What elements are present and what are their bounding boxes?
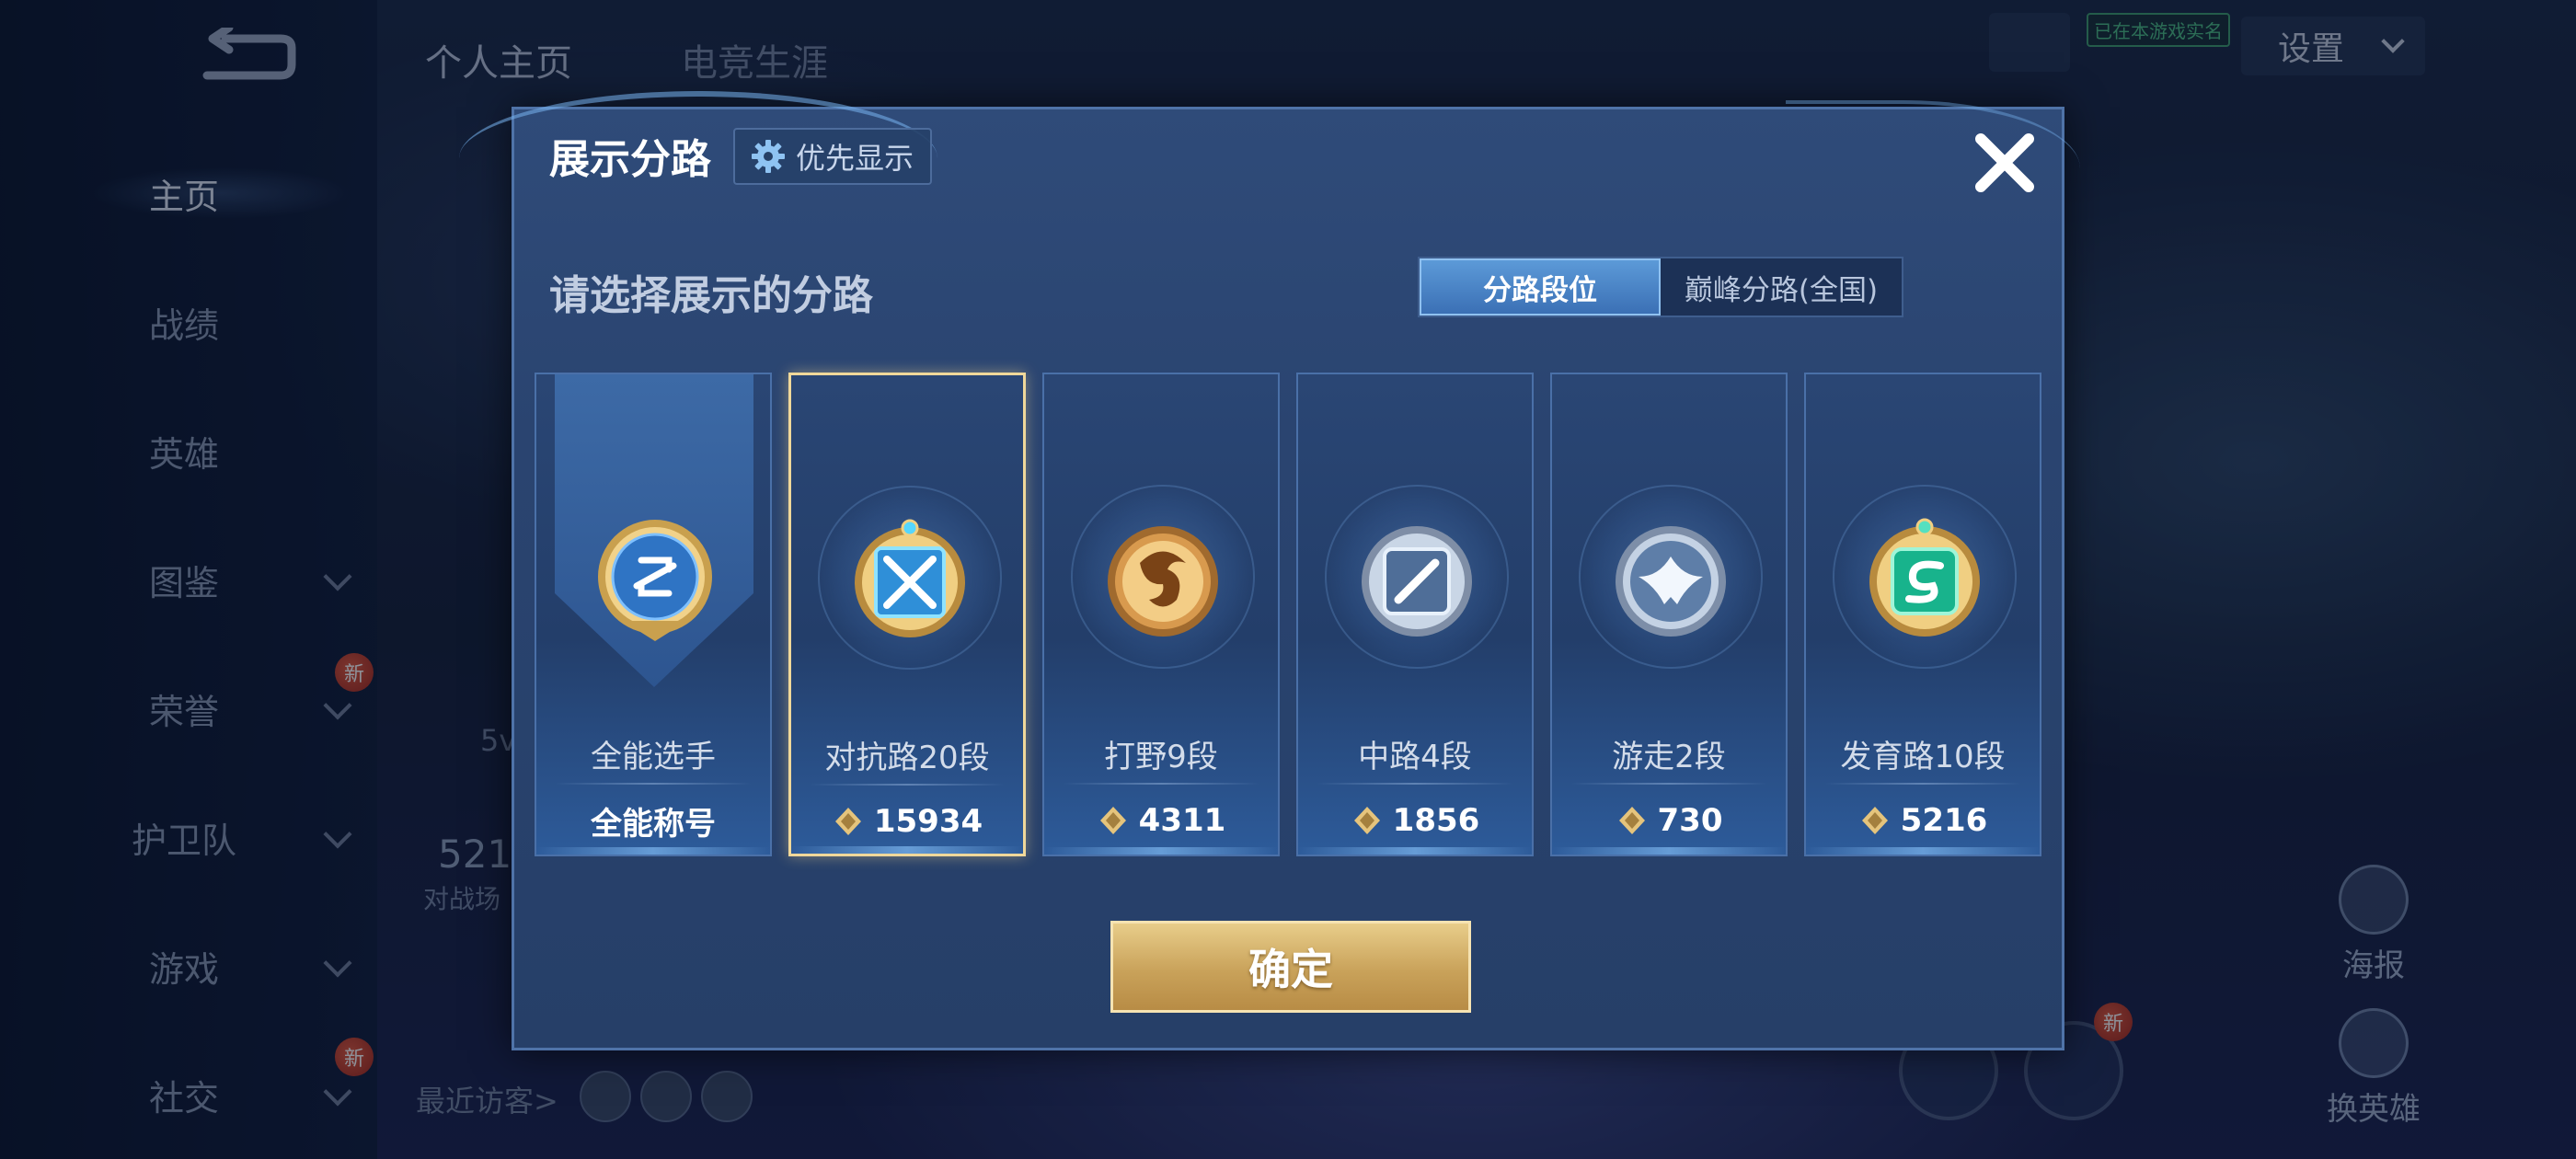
- lane-card-title: 发育路10段: [1840, 739, 2006, 775]
- tab-lane-rank[interactable]: 分路段位: [1420, 258, 1661, 316]
- lane-card-title: 对抗路20段: [824, 740, 990, 776]
- divider: [555, 783, 752, 785]
- divider: [810, 784, 1005, 786]
- lane-card-title: 中路4段: [1358, 739, 1472, 775]
- lane-card-value: 全能称号: [536, 798, 770, 843]
- card-glow: [1044, 847, 1278, 855]
- divider: [1317, 783, 1513, 785]
- lane-card-title: 全能选手: [591, 739, 716, 775]
- priority-display-label: 优先显示: [796, 141, 914, 176]
- lane-card-value: 15934: [791, 798, 1023, 844]
- jungle-badge-icon: [1108, 526, 1218, 637]
- lane-display-dialog: 展示分路 优先显示 请选择展示的分路 分路段位 巅峰分路(全国) 全能选手 全能…: [459, 91, 2080, 1050]
- lane-card-title: 游走2段: [1612, 739, 1726, 775]
- lane-points: 1856: [1392, 802, 1480, 839]
- mid-lane-badge-icon: [1362, 526, 1472, 637]
- clash-lane-badge-icon: [855, 519, 965, 637]
- tab-peak-lane[interactable]: 巅峰分路(全国): [1661, 258, 1902, 316]
- lane-card-value: 1856: [1298, 798, 1532, 843]
- dialog-subtitle: 请选择展示的分路: [549, 272, 873, 319]
- card-glow: [1806, 847, 2040, 855]
- lane-points: 15934: [873, 803, 983, 840]
- divider: [1824, 783, 2021, 785]
- lane-card-value: 730: [1552, 798, 1786, 843]
- close-icon[interactable]: [1968, 126, 2041, 200]
- confirm-label: 确定: [1248, 945, 1333, 994]
- lane-points: 4311: [1138, 802, 1226, 839]
- lane-card-all-round[interactable]: 全能选手 全能称号: [535, 373, 772, 856]
- lane-points: 5216: [1900, 802, 1988, 839]
- peak-points-icon: [834, 808, 861, 835]
- gear-icon: [752, 140, 785, 173]
- roam-badge-icon: [1616, 526, 1726, 637]
- peak-points-icon: [1618, 807, 1645, 834]
- lane-mode-toggle: 分路段位 巅峰分路(全国): [1418, 257, 1903, 317]
- card-glow: [536, 847, 770, 855]
- lane-card-value: 5216: [1806, 798, 2040, 843]
- dialog-title: 展示分路: [549, 136, 711, 183]
- lane-card-value: 4311: [1044, 798, 1278, 843]
- lane-card-clash[interactable]: 对抗路20段 15934: [788, 373, 1026, 856]
- priority-display-button[interactable]: 优先显示: [733, 128, 933, 185]
- lane-card-roam[interactable]: 游走2段 730: [1550, 373, 1788, 856]
- peak-points-icon: [1099, 807, 1126, 834]
- confirm-button[interactable]: 确定: [1110, 921, 1471, 1013]
- peak-points-icon: [1861, 807, 1888, 834]
- card-glow: [1298, 847, 1532, 855]
- lane-card-mid[interactable]: 中路4段 1856: [1296, 373, 1534, 856]
- lane-card-jungle[interactable]: 打野9段 4311: [1042, 373, 1280, 856]
- all-round-badge-icon: [598, 520, 712, 641]
- farm-lane-badge-icon: [1869, 518, 1980, 637]
- card-glow: [1552, 847, 1786, 855]
- lane-points: 730: [1657, 802, 1723, 839]
- divider: [1570, 783, 1767, 785]
- lane-card-farm[interactable]: 发育路10段 5216: [1804, 373, 2041, 856]
- all-round-title-text: 全能称号: [591, 805, 716, 843]
- divider: [1063, 783, 1259, 785]
- peak-points-icon: [1353, 807, 1380, 834]
- lane-card-title: 打野9段: [1104, 739, 1218, 775]
- card-glow: [791, 846, 1023, 854]
